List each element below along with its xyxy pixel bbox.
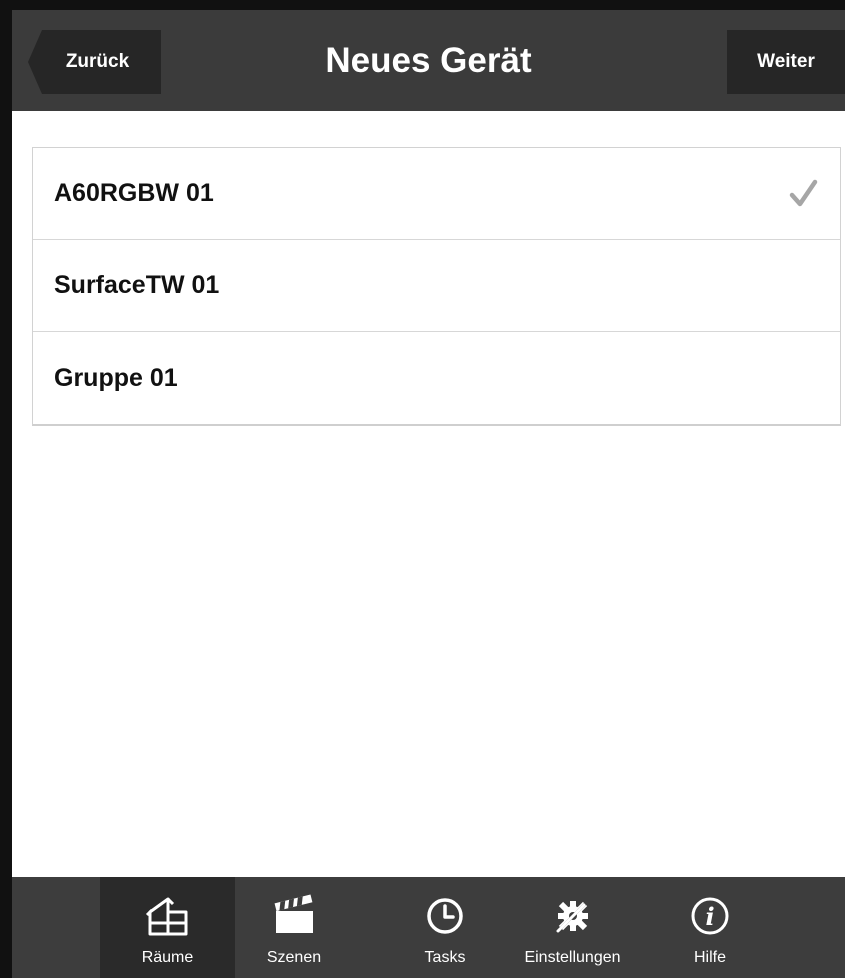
tab-szenen[interactable]: Szenen	[235, 877, 353, 978]
tools-icon	[556, 901, 588, 933]
clapperboard-icon	[274, 894, 313, 933]
info-icon: i	[691, 897, 729, 935]
device-row-surfacetw[interactable]: SurfaceTW 01	[33, 240, 840, 332]
device-name: SurfaceTW 01	[54, 271, 220, 299]
tab-label: Tasks	[424, 949, 466, 966]
tab-label: Einstellungen	[524, 949, 621, 966]
tab-einstellungen[interactable]: Einstellungen	[505, 877, 640, 978]
device-row-a60rgbw[interactable]: A60RGBW 01	[33, 148, 840, 240]
clock-icon	[427, 898, 463, 934]
device-name: A60RGBW 01	[54, 179, 214, 207]
device-row-gruppe[interactable]: Gruppe 01	[33, 332, 840, 424]
svg-text:i: i	[705, 902, 714, 931]
checkmark-icon	[789, 179, 818, 206]
device-list: A60RGBW 01 SurfaceTW 01 Gruppe 01	[32, 147, 841, 426]
tab-raeume[interactable]: Räume	[100, 877, 235, 978]
tab-label: Räume	[141, 949, 194, 966]
next-button[interactable]: Weiter	[727, 30, 845, 94]
app-window: Zurück Neues Gerät Weiter A60RGBW 01 Sur…	[12, 10, 845, 978]
back-button[interactable]: Zurück	[28, 30, 161, 94]
tab-tasks[interactable]: Tasks	[397, 877, 493, 978]
house-icon	[145, 897, 187, 936]
tab-bar: Räume Szenen Tasks Einstellungen i Hilfe	[12, 877, 845, 978]
navigation-bar: Zurück Neues Gerät Weiter	[12, 10, 845, 111]
device-name: Gruppe 01	[54, 363, 178, 392]
tab-label: Szenen	[266, 949, 322, 966]
tab-hilfe[interactable]: i Hilfe	[662, 877, 758, 978]
tab-label: Hilfe	[693, 949, 726, 966]
